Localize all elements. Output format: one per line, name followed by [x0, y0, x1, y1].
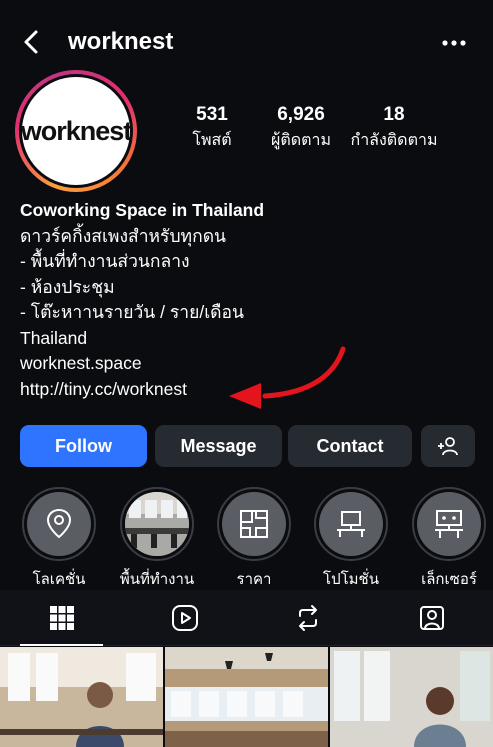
- profile-username: worknest: [68, 28, 174, 55]
- avatar: worknest: [20, 77, 133, 185]
- bio-line: - พื้นที่ทำงานส่วนกลาง: [20, 251, 190, 271]
- highlight-location[interactable]: โลเคชั่น: [18, 487, 100, 591]
- stat-followers[interactable]: 6,926 ผู้ติดตาม: [260, 104, 342, 153]
- suggest-people-button[interactable]: [421, 425, 475, 467]
- stat-followers-label: ผู้ติดตาม: [270, 130, 332, 149]
- post-thumbnail[interactable]: [165, 647, 328, 747]
- profile-tabs: [0, 590, 493, 646]
- stat-following-value: 18: [383, 104, 405, 125]
- floorplan-icon: [240, 510, 268, 538]
- tab-tagged[interactable]: [370, 590, 493, 646]
- desk-computer-icon: [337, 511, 365, 537]
- highlight-label: พื้นที่ทำงาน: [119, 570, 195, 588]
- bio-line: - ห้องประชุม: [20, 276, 115, 297]
- back-arrow-icon[interactable]: [18, 28, 46, 56]
- follow-button[interactable]: Follow: [20, 425, 147, 467]
- highlight-label: โลเคชั่น: [32, 570, 86, 588]
- post-thumbnail[interactable]: [0, 647, 163, 747]
- posts-grid: [0, 647, 493, 747]
- office-photo: [330, 647, 493, 747]
- message-button[interactable]: Message: [155, 425, 282, 467]
- stat-followers-value: 6,926: [277, 104, 325, 125]
- grid-icon: [49, 606, 74, 630]
- avatar-story-ring[interactable]: worknest: [15, 70, 137, 192]
- stat-following[interactable]: 18 กำลังติดตาม: [348, 104, 440, 153]
- contact-button[interactable]: Contact: [288, 425, 412, 467]
- post-thumbnail[interactable]: [330, 647, 493, 747]
- tab-reposts[interactable]: [246, 590, 369, 646]
- highlight-workspace[interactable]: พื้นที่ทำงาน: [116, 487, 198, 591]
- tab-reels[interactable]: [123, 590, 246, 646]
- highlight-lecture[interactable]: เล็กเซอร์: [408, 487, 490, 591]
- highlight-price[interactable]: ราคา: [213, 487, 295, 591]
- bio-line: ดาวร์คกิ้งสเพงสำหรับทุกดน: [20, 225, 227, 246]
- stat-following-label: กำลังติดตาม: [350, 130, 438, 149]
- office-photo: [165, 647, 328, 747]
- more-options-icon[interactable]: [438, 30, 470, 54]
- stat-posts-value: 531: [196, 104, 228, 125]
- highlight-label: เล็กเซอร์: [421, 570, 477, 588]
- office-photo: [125, 492, 189, 556]
- office-photo: [0, 647, 163, 747]
- annotation-arrow-icon: [229, 346, 346, 409]
- bio-name: Coworking Space in Thailand: [20, 200, 265, 220]
- add-person-icon: [438, 437, 458, 456]
- reels-icon: [171, 605, 198, 631]
- bio-line: - โต๊ะหาานรายวัน / ราย/เดือน: [20, 302, 245, 322]
- tab-grid[interactable]: [0, 590, 123, 646]
- avatar-logo-text: worknest: [20, 115, 133, 146]
- tagged-icon: [419, 606, 444, 630]
- highlight-label: โปโมชั่น: [323, 570, 379, 588]
- highlight-label: ราคา: [236, 570, 272, 588]
- presentation-icon: [435, 510, 463, 538]
- location-pin-icon: [46, 508, 72, 539]
- repost-icon: [298, 605, 317, 631]
- stat-posts-label: โพสต์: [192, 130, 232, 149]
- stat-posts[interactable]: 531 โพสต์: [176, 104, 248, 153]
- highlight-promotion[interactable]: โปโมชั่น: [310, 487, 392, 591]
